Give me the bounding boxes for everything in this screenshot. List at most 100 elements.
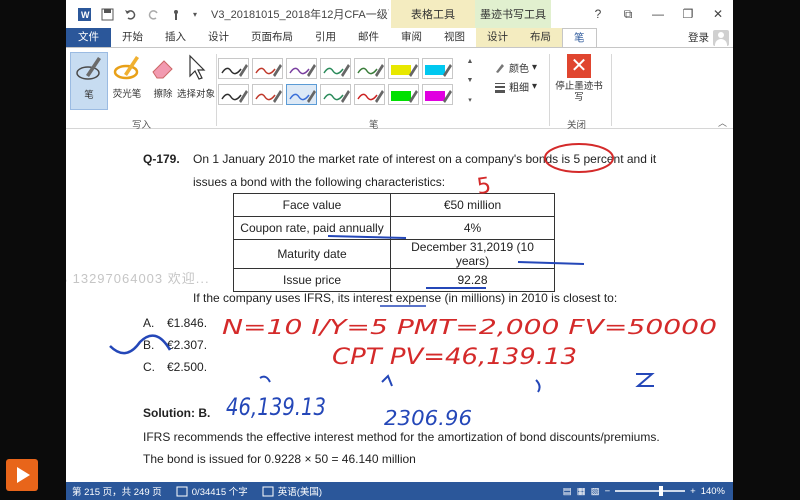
save-icon[interactable]	[101, 8, 114, 21]
document-title: V3_20181015_2018年12月CFA一级百题预测...	[211, 9, 389, 21]
highlighter-button[interactable]: 荧光笔	[108, 52, 146, 110]
zoom-slider[interactable]	[615, 486, 686, 496]
ink-calc-line2: CPT PV=46,139.13	[332, 345, 577, 370]
option-text: €2.500.	[167, 360, 208, 374]
zoom-level[interactable]: 140%	[701, 486, 725, 497]
table-cell: €50 million	[390, 193, 555, 217]
tab-table-design[interactable]: 设计	[476, 28, 519, 47]
avatar[interactable]	[713, 29, 729, 46]
pen-swatch[interactable]	[388, 84, 419, 105]
table-row: Issue price 92.28	[233, 268, 555, 292]
solution-text-line1: IFRS recommends the effective interest m…	[143, 430, 660, 444]
tab-mailings[interactable]: 邮件	[347, 28, 390, 47]
group-label-close: 关闭	[567, 120, 587, 131]
context-group-table-tools: 表格工具	[391, 0, 476, 28]
login-area[interactable]: 登录	[688, 28, 733, 47]
pen-swatch[interactable]	[218, 58, 249, 79]
track-changes-icon[interactable]	[262, 486, 274, 497]
gallery-down-icon[interactable]: ▼	[467, 77, 474, 84]
pen-swatch[interactable]	[218, 84, 249, 105]
undo-icon[interactable]	[124, 8, 137, 21]
thickness-dropdown[interactable]: 粗细 ▾	[494, 77, 537, 96]
table-cell: Maturity date	[233, 239, 391, 269]
pen-stroke-icon	[323, 64, 350, 77]
minimize-icon[interactable]: —	[643, 7, 673, 21]
zoom-out-icon[interactable]: −	[605, 486, 611, 497]
ink-check-option-b	[109, 334, 172, 355]
touch-mode-icon[interactable]	[170, 8, 183, 21]
gallery-up-icon[interactable]: ▲	[467, 58, 474, 65]
question-text-line2: issues a bond with the following charact…	[193, 175, 446, 189]
pen-button[interactable]: 笔	[70, 52, 108, 110]
question-text-line1: On 1 January 2010 the market rate of int…	[193, 152, 657, 166]
tab-page-layout[interactable]: 页面布局	[240, 28, 304, 47]
collapse-ribbon-icon[interactable]: ︿	[718, 116, 727, 129]
word-logo-icon: W	[78, 7, 91, 21]
close-icon[interactable]: ✕	[703, 7, 733, 21]
gallery-more-icon[interactable]: ▾	[468, 96, 472, 104]
word-count[interactable]: 0/34415 个字	[192, 484, 248, 498]
web-layout-icon[interactable]: ▧	[591, 486, 600, 497]
table-cell: 92.28	[390, 268, 555, 292]
zoom-control: ▤ ▦ ▧ − + 140%	[563, 486, 733, 497]
document-page[interactable]: Q-179. On 1 January 2010 the market rate…	[66, 130, 733, 482]
highlighter-swatch-icon	[391, 64, 418, 77]
pen-swatch[interactable]	[320, 58, 351, 79]
tab-pens[interactable]: 笔	[562, 28, 597, 47]
option-text: €2.307.	[167, 338, 208, 352]
pen-stroke-icon	[221, 64, 248, 77]
highlighter-swatch-icon	[425, 64, 452, 77]
tab-home[interactable]: 开始	[111, 28, 154, 47]
gallery-scroll[interactable]: ▲ ▼ ▾	[464, 58, 476, 104]
zoom-in-icon[interactable]: +	[690, 486, 696, 497]
ink-handwritten-pv: 46,139.13	[226, 393, 326, 421]
pen-swatch[interactable]	[422, 58, 453, 79]
pen-swatch[interactable]	[252, 84, 283, 105]
pen-swatch[interactable]	[354, 84, 385, 105]
customize-qat-icon[interactable]: ▾	[193, 10, 197, 19]
stop-icon: ✕	[567, 54, 591, 78]
zoom-thumb[interactable]	[659, 486, 664, 496]
print-layout-icon[interactable]: ▦	[577, 486, 586, 497]
pen-swatch[interactable]	[422, 84, 453, 105]
tab-insert[interactable]: 插入	[154, 28, 197, 47]
tab-table-layout[interactable]: 布局	[519, 28, 562, 47]
pen-stroke-icon	[289, 64, 316, 77]
stop-inking-button[interactable]: ✕ 停止墨迹书写	[554, 54, 604, 112]
tab-design[interactable]: 设计	[197, 28, 240, 47]
ribbon-separator	[549, 54, 550, 126]
highlighter-swatch-icon	[425, 90, 452, 103]
pen-swatch[interactable]	[286, 58, 317, 79]
pen-stroke-icon	[357, 90, 384, 103]
select-objects-button[interactable]: 选择对象	[174, 52, 218, 110]
help-button[interactable]: ?	[583, 7, 613, 21]
pen-swatch[interactable]	[286, 84, 317, 105]
tab-references[interactable]: 引用	[304, 28, 347, 47]
tab-review[interactable]: 审阅	[390, 28, 433, 47]
pen-swatch[interactable]	[320, 84, 351, 105]
ink-handwritten-interest: 2306.96	[384, 406, 472, 430]
question-prompt: If the company uses IFRS, its interest e…	[193, 291, 618, 305]
play-button[interactable]	[6, 459, 38, 491]
table-cell: Coupon rate, paid annually	[233, 216, 391, 240]
pen-swatch[interactable]	[354, 58, 385, 79]
ribbon-display-options-icon[interactable]: ⧉	[613, 7, 643, 22]
pen-swatch[interactable]	[388, 58, 419, 79]
pen-stroke-icon	[357, 64, 384, 77]
color-icon	[496, 63, 504, 73]
solution-label: Solution: B.	[143, 406, 211, 420]
tab-view[interactable]: 视图	[433, 28, 476, 47]
highlighter-icon	[113, 56, 139, 80]
language-indicator[interactable]: 英语(美国)	[278, 484, 322, 498]
pen-swatch[interactable]	[252, 58, 283, 79]
tab-file[interactable]: 文件	[66, 28, 111, 47]
maximize-icon[interactable]: ❐	[673, 7, 703, 21]
login-link[interactable]: 登录	[688, 30, 709, 45]
group-label-write: 写入	[132, 120, 152, 131]
page-counter[interactable]: 第 215 页，共 249 页	[72, 484, 162, 498]
redo-icon[interactable]	[147, 8, 160, 21]
read-mode-icon[interactable]: ▤	[563, 486, 572, 497]
color-dropdown[interactable]: 颜色 ▾	[494, 58, 537, 77]
proofing-icon[interactable]	[176, 486, 188, 497]
document-area[interactable]: Q-179. On 1 January 2010 the market rate…	[66, 130, 733, 482]
